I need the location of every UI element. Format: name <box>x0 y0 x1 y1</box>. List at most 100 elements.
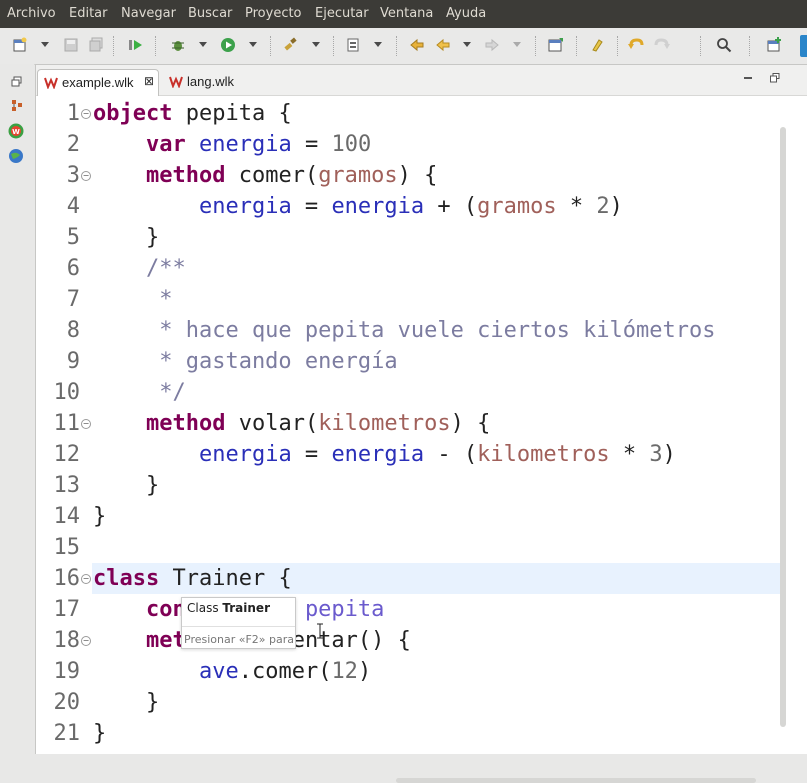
clear-icon[interactable] <box>590 37 606 53</box>
line-number: 8 <box>66 318 80 343</box>
code-line[interactable]: } <box>93 718 106 749</box>
line-number: 6 <box>66 256 80 281</box>
menu-proyecto[interactable]: Proyecto <box>245 6 302 21</box>
menu-ayuda[interactable]: Ayuda <box>446 6 486 21</box>
external-tools-icon[interactable] <box>283 37 299 53</box>
line-number: 21 <box>53 721 81 746</box>
svg-text:W: W <box>12 128 20 136</box>
wollok-icon[interactable]: W <box>8 123 24 139</box>
horizontal-scrollbar[interactable] <box>396 778 756 783</box>
forward-icon[interactable] <box>484 37 500 53</box>
code-line[interactable]: energia = energia + (gramos * 2) <box>93 191 623 222</box>
tab-example-wlk[interactable]: example.wlk ⊠ <box>37 69 159 96</box>
perspective-icon[interactable] <box>346 37 362 53</box>
vertical-scrollbar[interactable] <box>780 127 786 727</box>
code-line[interactable]: class Trainer { <box>93 563 292 594</box>
line-number: 15 <box>53 535 81 560</box>
external-tools-dropdown-arrow[interactable] <box>312 42 320 47</box>
code-line[interactable]: } <box>93 501 106 532</box>
line-number: 10 <box>53 380 81 405</box>
search-icon[interactable] <box>716 37 732 53</box>
menu-buscar[interactable]: Buscar <box>188 6 232 21</box>
code-line[interactable]: * <box>93 284 172 315</box>
perspective-dropdown-arrow[interactable] <box>374 42 382 47</box>
tooltip-title: Class Trainer <box>187 601 270 615</box>
line-number: 17 <box>53 597 81 622</box>
hover-tooltip: Class Trainer Presionar «F2» para <box>181 597 296 649</box>
back-dropdown-arrow[interactable] <box>463 42 471 47</box>
last-edit-icon[interactable] <box>409 37 425 53</box>
menu-bar: Archivo Editar Navegar Buscar Proyecto E… <box>0 0 807 28</box>
save-all-icon[interactable] <box>88 37 104 53</box>
code-line[interactable]: method volar(kilometros) { <box>93 408 490 439</box>
line-number: 4 <box>66 194 80 219</box>
code-line[interactable]: * hace que pepita vuele ciertos kilómetr… <box>93 315 715 346</box>
tab-lang-wlk[interactable]: lang.wlk <box>163 69 243 95</box>
run-dropdown-arrow[interactable] <box>249 42 257 47</box>
code-line[interactable]: var energia = 100 <box>93 129 371 160</box>
menu-ventana[interactable]: Ventana <box>380 6 433 21</box>
code-line[interactable]: * gastando energía <box>93 346 397 377</box>
line-number: 16 <box>53 566 81 591</box>
line-number: 7 <box>66 287 80 312</box>
line-number: 12 <box>53 442 81 467</box>
line-number: 20 <box>53 690 81 715</box>
fold-collapse-icon[interactable]: − <box>81 419 91 429</box>
editor-tab-bar: example.wlk ⊠ lang.wlk <box>36 65 807 96</box>
line-number: 14 <box>53 504 81 529</box>
line-number: 9 <box>66 349 80 374</box>
menu-navegar[interactable]: Navegar <box>121 6 176 21</box>
toggle-icon[interactable] <box>128 37 144 53</box>
tab-label: lang.wlk <box>187 74 234 89</box>
fold-collapse-icon[interactable]: − <box>81 636 91 646</box>
code-line[interactable]: } <box>93 687 159 718</box>
text-cursor-icon <box>317 623 323 639</box>
wollok-file-icon <box>169 76 183 88</box>
line-number: 13 <box>53 473 81 498</box>
line-number: 3 <box>66 163 80 188</box>
menu-editar[interactable]: Editar <box>69 6 108 21</box>
tab-label: example.wlk <box>62 75 134 90</box>
debug-icon[interactable] <box>170 37 186 53</box>
save-icon[interactable] <box>63 37 79 53</box>
back-icon[interactable] <box>435 37 451 53</box>
redo-icon[interactable] <box>654 37 670 53</box>
run-icon[interactable] <box>220 37 236 53</box>
open-perspective-icon[interactable] <box>766 37 782 53</box>
code-line[interactable]: } <box>93 470 159 501</box>
menu-ejecutar[interactable]: Ejecutar <box>315 6 369 21</box>
close-tab-icon[interactable]: ⊠ <box>144 74 154 88</box>
code-line[interactable]: ave.comer(12) <box>93 656 371 687</box>
main-toolbar <box>0 28 807 65</box>
line-number: 5 <box>66 225 80 250</box>
code-line[interactable]: energia = energia - (kilometros * 3) <box>93 439 676 470</box>
code-editor[interactable]: 1 2 3 4 5 6 7 8 9 10 11 12 13 14 15 16 1… <box>36 96 807 783</box>
debug-dropdown-arrow[interactable] <box>199 42 207 47</box>
new-file-icon[interactable] <box>12 37 28 53</box>
globe-icon[interactable] <box>8 148 24 164</box>
code-line[interactable]: method comer(gramos) { <box>93 160 437 191</box>
code-line[interactable]: /** <box>93 253 186 284</box>
forward-dropdown-arrow[interactable] <box>513 42 521 47</box>
status-bar <box>0 754 807 763</box>
editor-panel: example.wlk ⊠ lang.wlk 1 2 3 4 5 6 7 8 9… <box>35 64 807 783</box>
fold-collapse-icon[interactable]: − <box>81 171 91 181</box>
code-line[interactable]: object pepita { <box>93 98 292 129</box>
undo-icon[interactable] <box>628 37 644 53</box>
maximize-icon[interactable] <box>770 73 780 83</box>
menu-archivo[interactable]: Archivo <box>7 6 56 21</box>
open-console-icon[interactable] <box>548 37 564 53</box>
line-number: 18 <box>53 628 81 653</box>
fold-collapse-icon[interactable]: − <box>81 109 91 119</box>
tooltip-hint: Presionar «F2» para <box>184 633 294 646</box>
line-number: 11 <box>53 411 81 436</box>
perspective-switcher[interactable] <box>800 35 807 57</box>
package-explorer-icon[interactable] <box>10 99 24 113</box>
minimize-icon[interactable] <box>743 73 753 83</box>
fold-collapse-icon[interactable]: − <box>81 574 91 584</box>
new-dropdown-arrow[interactable] <box>41 42 49 47</box>
code-line[interactable]: */ <box>93 377 186 408</box>
restore-icon[interactable] <box>11 76 22 87</box>
code-line[interactable]: } <box>93 222 159 253</box>
wollok-file-icon <box>44 77 58 89</box>
